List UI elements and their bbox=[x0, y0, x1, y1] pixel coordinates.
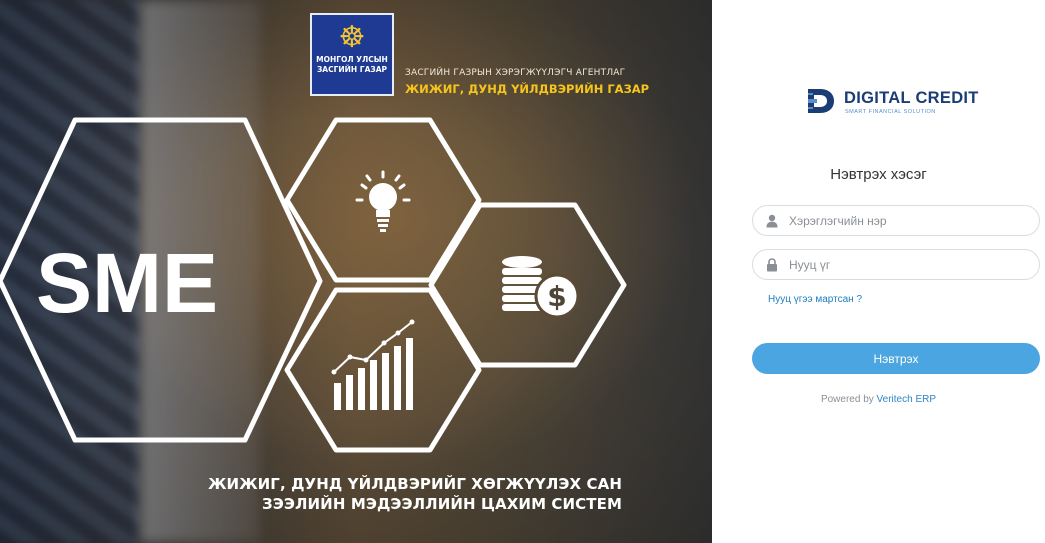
forgot-password-link[interactable]: Нууц үгээ мартсан ? bbox=[768, 294, 862, 305]
agency-line-2: ЖИЖИГ, ДУНД ҮЙЛДВЭРИЙН ГАЗАР bbox=[405, 82, 650, 96]
soyombo-icon: ☸ bbox=[338, 20, 366, 55]
username-field[interactable] bbox=[752, 205, 1040, 236]
emblem-line-2: ЗАСГИЙН ГАЗАР bbox=[316, 65, 388, 74]
powered-by: Powered by Veritech ERP bbox=[712, 394, 1045, 405]
hero-caption: ЖИЖИГ, ДУНД ҮЙЛДВЭРИЙГ ХӨГЖҮҮЛЭХ САН ЗЭЭ… bbox=[208, 474, 622, 514]
login-button[interactable]: Нэвтрэх bbox=[752, 343, 1040, 374]
agency-line-1: ЗАСГИЙН ГАЗРЫН ХЭРЭГЖҮҮЛЭГЧ АГЕНТЛАГ bbox=[405, 68, 626, 78]
user-icon bbox=[766, 214, 778, 228]
emblem-line-1: МОНГОЛ УЛСЫН bbox=[316, 55, 388, 64]
brand-logo: DIGITAL CREDIT SMART FINANCIAL SOLUTION bbox=[806, 86, 1006, 120]
hero-banner: ☸ МОНГОЛ УЛСЫН ЗАСГИЙН ГАЗАР ЗАСГИЙН ГАЗ… bbox=[0, 0, 712, 543]
coins-dollar-icon: $ bbox=[502, 256, 580, 319]
login-title: Нэвтрэх хэсэг bbox=[830, 166, 927, 183]
digital-credit-logo-icon bbox=[808, 89, 834, 113]
growth-chart-icon bbox=[331, 319, 415, 410]
lock-icon bbox=[767, 258, 777, 272]
lightbulb-icon bbox=[355, 170, 411, 232]
brand-name: DIGITAL CREDIT bbox=[844, 89, 979, 107]
caption-line-1: ЖИЖИГ, ДУНД ҮЙЛДВЭРИЙГ ХӨГЖҮҮЛЭХ САН bbox=[208, 475, 622, 493]
password-input[interactable] bbox=[789, 255, 1025, 275]
login-panel: DIGITAL CREDIT SMART FINANCIAL SOLUTION … bbox=[712, 0, 1045, 543]
username-input[interactable] bbox=[789, 211, 1025, 231]
government-emblem: ☸ МОНГОЛ УЛСЫН ЗАСГИЙН ГАЗАР bbox=[310, 13, 394, 96]
svg-text:$: $ bbox=[547, 280, 566, 313]
brand-tagline: SMART FINANCIAL SOLUTION bbox=[845, 109, 936, 115]
agency-title: ЗАСГИЙН ГАЗРЫН ХЭРЭГЖҮҮЛЭГЧ АГЕНТЛАГ ЖИЖ… bbox=[405, 68, 649, 96]
veritech-erp-link[interactable]: Veritech ERP bbox=[877, 394, 936, 405]
caption-line-2: ЗЭЭЛИЙН МЭДЭЭЛЛИЙН ЦАХИМ СИСТЕМ bbox=[262, 495, 622, 513]
password-field[interactable] bbox=[752, 249, 1040, 280]
sme-label: SME bbox=[36, 236, 218, 330]
powered-prefix: Powered by bbox=[820, 394, 874, 405]
